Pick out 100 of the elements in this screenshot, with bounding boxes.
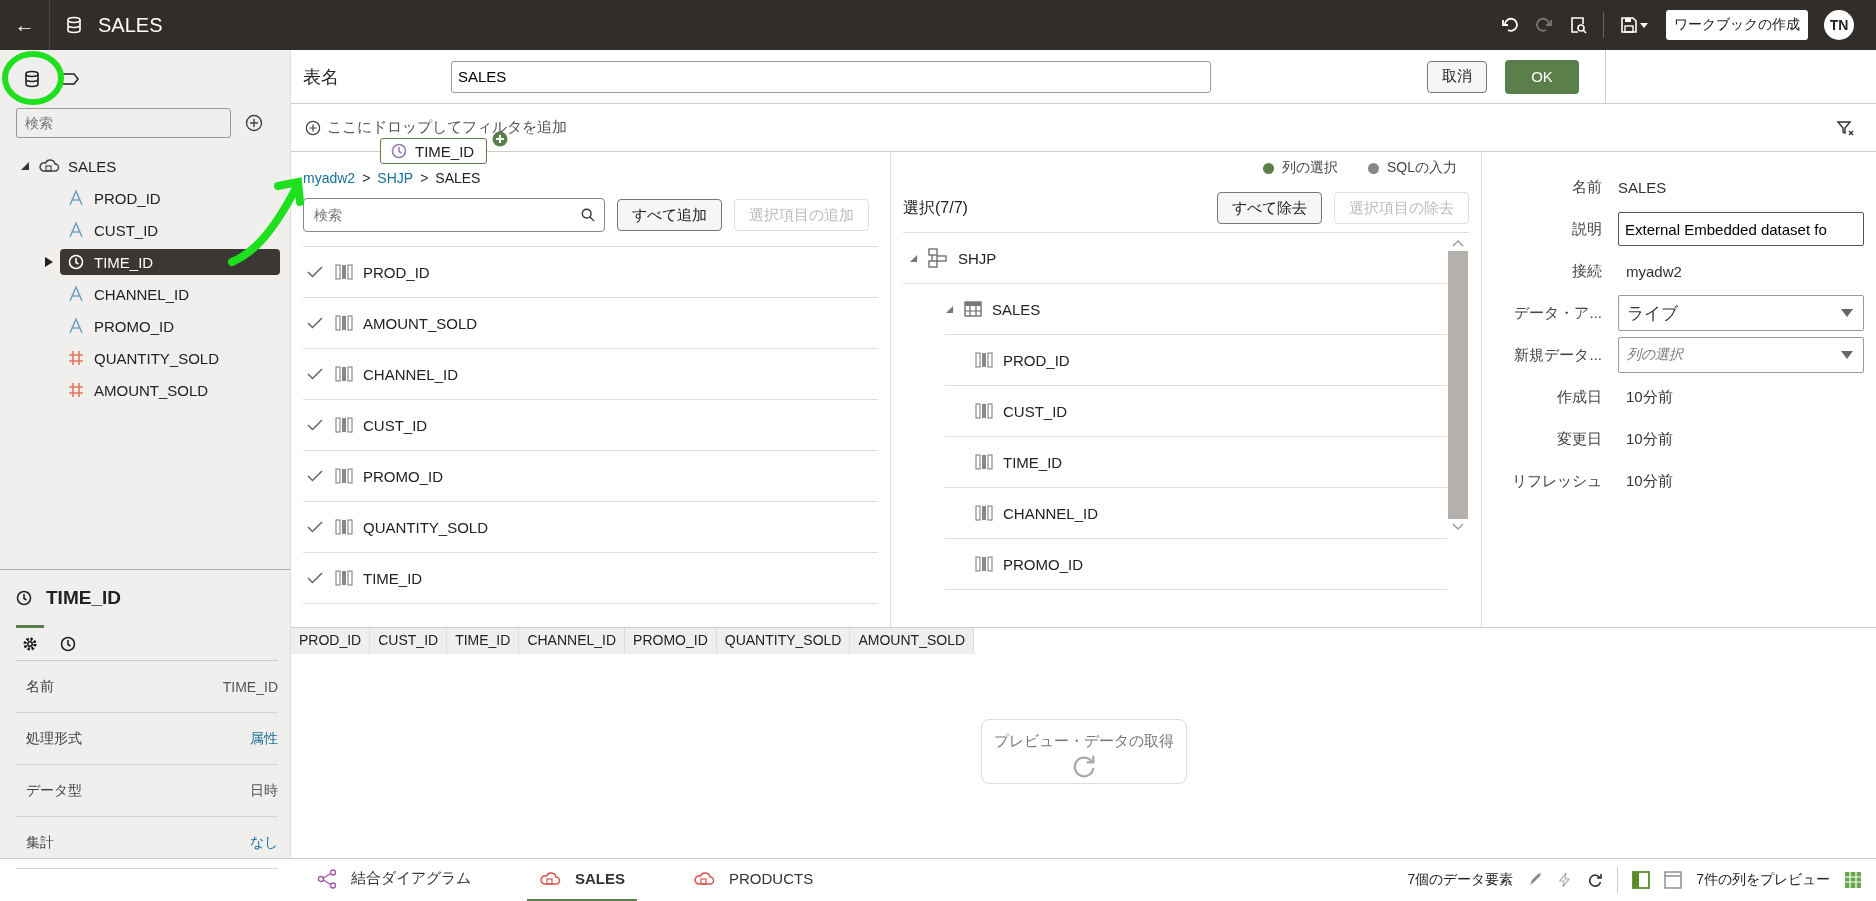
bottom-tab[interactable]: 結合ダイアグラム (305, 858, 483, 901)
add-icon[interactable] (245, 114, 263, 132)
hash-icon (68, 382, 84, 398)
dragged-column-chip[interactable]: TIME_ID (380, 138, 488, 164)
tree-item[interactable]: CUST_ID (60, 217, 280, 243)
property-label: データ型 (26, 781, 82, 800)
schema-icon (928, 248, 948, 268)
undo-icon[interactable] (1501, 16, 1519, 34)
tree-item[interactable]: PROMO_ID (1003, 555, 1083, 573)
save-icon[interactable] (1620, 16, 1650, 34)
clock-icon (16, 589, 32, 606)
property-value: 10分前 (1625, 429, 1673, 449)
scroll-thumb[interactable] (1448, 251, 1468, 519)
bottom-tab[interactable]: SALES (527, 858, 637, 901)
scroll-down-icon[interactable] (1452, 523, 1464, 531)
add-all-button[interactable]: すべて追加 (617, 199, 722, 231)
column-name[interactable]: CHANNEL_ID (363, 365, 459, 383)
tag-icon[interactable] (60, 72, 80, 86)
column-name[interactable]: AMOUNT_SOLD (363, 314, 478, 332)
caret-icon (1841, 351, 1853, 359)
column-header[interactable]: CHANNEL_ID (519, 628, 626, 654)
tree-item[interactable]: SALES (992, 300, 1041, 318)
mode-option[interactable]: 列の選択 (1263, 159, 1338, 177)
remove-all-button[interactable]: すべて除去 (1217, 192, 1322, 224)
detail-title: TIME_ID (46, 586, 121, 609)
create-workbook-button[interactable]: ワークブックの作成 (1666, 10, 1808, 40)
scroll-up-icon[interactable] (1452, 239, 1464, 247)
redo-icon[interactable] (1535, 16, 1553, 34)
add-icon[interactable] (305, 119, 321, 136)
column-name[interactable]: PROMO_ID (363, 467, 443, 485)
property-label: 変更日 (1556, 429, 1603, 449)
column-icon (335, 518, 353, 536)
breadcrumb-link[interactable]: myadw2 (303, 170, 356, 194)
clock-icon (60, 636, 76, 652)
column-header[interactable]: QUANTITY_SOLD (716, 628, 851, 654)
bottom-tab[interactable]: PRODUCTS (681, 858, 826, 901)
property-link[interactable]: なし (250, 833, 278, 852)
property-label: リフレッシュ (1511, 471, 1603, 491)
property-label: 集計 (26, 833, 54, 852)
filter-icon[interactable] (1836, 118, 1854, 137)
user-avatar[interactable]: TN (1824, 10, 1854, 40)
description-field[interactable]: External Embedded dataset fo (1618, 212, 1864, 246)
tree-item[interactable]: TIME_ID (60, 249, 280, 275)
column-header[interactable]: PROD_ID (291, 628, 371, 654)
text-type-icon (68, 286, 84, 302)
ok-button[interactable]: OK (1505, 59, 1579, 94)
column-header[interactable]: TIME_ID (447, 628, 520, 654)
database-icon[interactable] (24, 70, 40, 88)
column-icon (335, 263, 353, 281)
inspect-icon[interactable] (1569, 16, 1587, 34)
column-header[interactable]: CUST_ID (370, 628, 448, 654)
tree-item[interactable]: PROD_ID (60, 185, 280, 211)
grid-icon[interactable] (1844, 871, 1862, 889)
column-name[interactable]: PROD_ID (363, 263, 430, 281)
dropdown[interactable]: 列の選択 (1618, 337, 1864, 373)
filter-drop-zone[interactable]: ここにドロップしてフィルタを追加 (327, 118, 567, 137)
tree-item[interactable]: PROD_ID (1003, 351, 1070, 369)
cloud-icon (38, 158, 60, 174)
search-field[interactable]: 検索 (303, 198, 605, 232)
selection-count: 選択(7/7) (903, 197, 968, 218)
property-link[interactable]: 属性 (250, 729, 278, 748)
property-value: 10分前 (1625, 387, 1673, 407)
expand-triangle-icon[interactable] (44, 256, 54, 268)
column-icon (975, 555, 993, 573)
tree-item[interactable]: QUANTITY_SOLD (60, 345, 280, 371)
mode-option[interactable]: SQLの入力 (1368, 159, 1457, 177)
annotation-circle (2, 51, 64, 105)
tree-item[interactable]: SALES (68, 157, 117, 175)
clock-icon (68, 254, 84, 270)
panel-icon[interactable] (1632, 871, 1651, 889)
column-icon (335, 365, 353, 383)
tree-item[interactable]: AMOUNT_SOLD (60, 377, 280, 403)
property-label: 名前 (26, 677, 54, 696)
breadcrumb-separator: > (420, 170, 429, 188)
fetch-preview-button[interactable]: プレビュー・データの取得 (980, 718, 1187, 784)
column-name[interactable]: QUANTITY_SOLD (363, 518, 489, 536)
tree-item[interactable]: PROMO_ID (60, 313, 280, 339)
window-icon[interactable] (1664, 871, 1683, 889)
dropdown[interactable]: ライブ (1618, 295, 1864, 331)
breadcrumb-link[interactable]: SHJP (377, 170, 414, 194)
tree-item[interactable]: CUST_ID (1003, 402, 1068, 420)
tree-item[interactable]: CHANNEL_ID (60, 281, 280, 307)
property-value: SALES (1618, 178, 1667, 196)
column-name[interactable]: TIME_ID (363, 569, 423, 587)
table-name-field[interactable]: SALES (451, 60, 1211, 93)
tree-item[interactable]: CHANNEL_ID (1003, 504, 1099, 522)
property-label: 作成日 (1556, 387, 1603, 407)
property-label: データ・ア... (1513, 303, 1603, 323)
column-header[interactable]: AMOUNT_SOLD (850, 628, 975, 654)
search-field[interactable]: 検索 (16, 108, 231, 138)
column-icon (975, 504, 993, 522)
column-header[interactable]: PROMO_ID (625, 628, 717, 654)
cancel-button[interactable]: 取消 (1427, 60, 1487, 93)
expand-triangle-icon[interactable] (20, 161, 30, 171)
tree-item[interactable]: TIME_ID (1003, 453, 1063, 471)
property-label: 接続 (1571, 261, 1603, 281)
tree-item[interactable]: SHJP (958, 249, 997, 267)
text-type-icon (68, 318, 84, 334)
refresh-icon[interactable] (1587, 872, 1604, 888)
column-name[interactable]: CUST_ID (363, 416, 428, 434)
